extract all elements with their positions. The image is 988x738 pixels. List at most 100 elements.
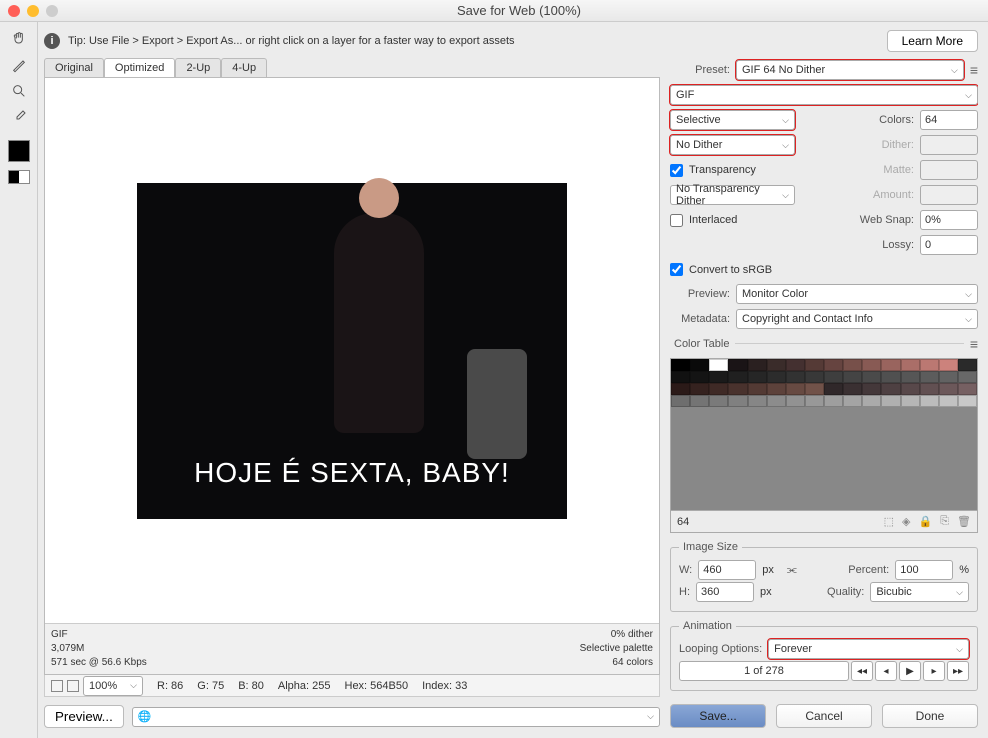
color-swatch[interactable]: [881, 383, 900, 395]
tab-original[interactable]: Original: [44, 58, 104, 77]
color-swatch[interactable]: [690, 383, 709, 395]
color-swatch[interactable]: [862, 383, 881, 395]
ct-new-icon[interactable]: ⎘: [940, 515, 949, 528]
color-swatch[interactable]: [901, 395, 920, 407]
color-swatch[interactable]: [728, 359, 747, 371]
color-swatch[interactable]: [881, 371, 900, 383]
trans-dither-select[interactable]: No Transparency Dither⌵: [670, 185, 795, 205]
color-swatch[interactable]: [958, 371, 977, 383]
color-swatch[interactable]: [767, 395, 786, 407]
color-swatch[interactable]: [843, 395, 862, 407]
color-swatch[interactable]: [939, 395, 958, 407]
color-swatch[interactable]: [824, 371, 843, 383]
color-swatch[interactable]: [805, 395, 824, 407]
first-frame-button[interactable]: ◂◂: [851, 661, 873, 681]
ct-trash-icon[interactable]: 🗑: [957, 515, 971, 528]
grid2-icon[interactable]: [67, 680, 79, 692]
color-swatch[interactable]: [709, 371, 728, 383]
dither-method-select[interactable]: No Dither⌵: [670, 135, 795, 155]
cancel-button[interactable]: Cancel: [776, 704, 872, 728]
color-swatch[interactable]: [824, 395, 843, 407]
color-swatch[interactable]: [939, 371, 958, 383]
websnap-input[interactable]: 0%: [920, 210, 978, 230]
color-swatch[interactable]: [920, 383, 939, 395]
tab-optimized[interactable]: Optimized: [104, 58, 176, 77]
color-swatch[interactable]: [843, 383, 862, 395]
color-swatch[interactable]: [728, 383, 747, 395]
window-controls[interactable]: [8, 5, 58, 17]
close-icon[interactable]: [8, 5, 20, 17]
eyedropper-tool-icon[interactable]: [5, 106, 33, 128]
color-swatch[interactable]: [881, 395, 900, 407]
hand-tool-icon[interactable]: [5, 28, 33, 50]
color-swatch[interactable]: [958, 359, 977, 371]
color-swatch[interactable]: [843, 371, 862, 383]
width-input[interactable]: 460: [698, 560, 756, 580]
color-swatch[interactable]: [690, 371, 709, 383]
learn-more-button[interactable]: Learn More: [887, 30, 978, 52]
color-swatch[interactable]: [862, 395, 881, 407]
color-swatch[interactable]: [920, 371, 939, 383]
preset-select[interactable]: GIF 64 No Dither⌵: [736, 60, 964, 80]
color-swatch[interactable]: [939, 359, 958, 371]
color-swatch[interactable]: [805, 371, 824, 383]
color-swatch[interactable]: [862, 359, 881, 371]
color-swatch[interactable]: [709, 359, 728, 371]
percent-input[interactable]: 100: [895, 560, 953, 580]
color-swatch[interactable]: [690, 395, 709, 407]
color-swatch[interactable]: [786, 359, 805, 371]
color-swatch[interactable]: [958, 395, 977, 407]
color-table[interactable]: 64 ⬚ ◈ 🔒 ⎘ 🗑: [670, 358, 978, 533]
reduction-select[interactable]: Selective⌵: [670, 110, 795, 130]
color-table-menu-icon[interactable]: ≡: [970, 336, 978, 352]
color-swatch[interactable]: [748, 371, 767, 383]
interlaced-checkbox[interactable]: [670, 214, 683, 227]
colors-input[interactable]: 64: [920, 110, 978, 130]
last-frame-button[interactable]: ▸▸: [947, 661, 969, 681]
color-swatch[interactable]: [843, 359, 862, 371]
color-swatch[interactable]: [671, 383, 690, 395]
color-swatch[interactable]: [709, 395, 728, 407]
color-swatch[interactable]: [901, 371, 920, 383]
preset-menu-icon[interactable]: ≡: [970, 62, 978, 78]
browser-select[interactable]: 🌐⌵: [132, 707, 660, 727]
color-swatch[interactable]: [748, 395, 767, 407]
zoom-tool-icon[interactable]: [5, 80, 33, 102]
slice-tool-icon[interactable]: [5, 54, 33, 76]
color-swatch[interactable]: [748, 359, 767, 371]
foreground-swatch[interactable]: [8, 140, 30, 162]
quality-select[interactable]: Bicubic⌵: [870, 582, 969, 602]
color-swatch[interactable]: [824, 359, 843, 371]
color-swatch[interactable]: [728, 395, 747, 407]
grid-icon[interactable]: [51, 680, 63, 692]
color-swatch[interactable]: [728, 371, 747, 383]
save-button[interactable]: Save...: [670, 704, 766, 728]
loop-select[interactable]: Forever⌵: [768, 639, 969, 659]
color-swatch[interactable]: [862, 371, 881, 383]
tab-2up[interactable]: 2-Up: [175, 58, 221, 77]
color-swatch[interactable]: [767, 371, 786, 383]
canvas[interactable]: HOJE É SEXTA, BABY!: [45, 78, 659, 623]
format-select[interactable]: GIF⌵: [670, 85, 978, 105]
play-button[interactable]: ▶: [899, 661, 921, 681]
color-swatch[interactable]: [786, 395, 805, 407]
lossy-input[interactable]: 0: [920, 235, 978, 255]
color-swatch[interactable]: [671, 371, 690, 383]
color-swatch[interactable]: [709, 383, 728, 395]
color-swatch[interactable]: [920, 395, 939, 407]
next-frame-button[interactable]: ▸: [923, 661, 945, 681]
minimize-icon[interactable]: [27, 5, 39, 17]
transparency-checkbox[interactable]: [670, 164, 683, 177]
color-swatch[interactable]: [767, 359, 786, 371]
color-swatch[interactable]: [939, 383, 958, 395]
color-swatch[interactable]: [805, 383, 824, 395]
zoom-select[interactable]: 100%⌵: [83, 676, 143, 696]
color-swatch[interactable]: [767, 383, 786, 395]
color-swatch[interactable]: [901, 359, 920, 371]
ct-map-icon[interactable]: ⬚: [884, 515, 894, 528]
color-swatch[interactable]: [690, 359, 709, 371]
color-swatch[interactable]: [920, 359, 939, 371]
ct-lock-icon[interactable]: 🔒: [919, 515, 933, 528]
color-swatch[interactable]: [901, 383, 920, 395]
link-icon[interactable]: ⫘: [780, 564, 804, 577]
